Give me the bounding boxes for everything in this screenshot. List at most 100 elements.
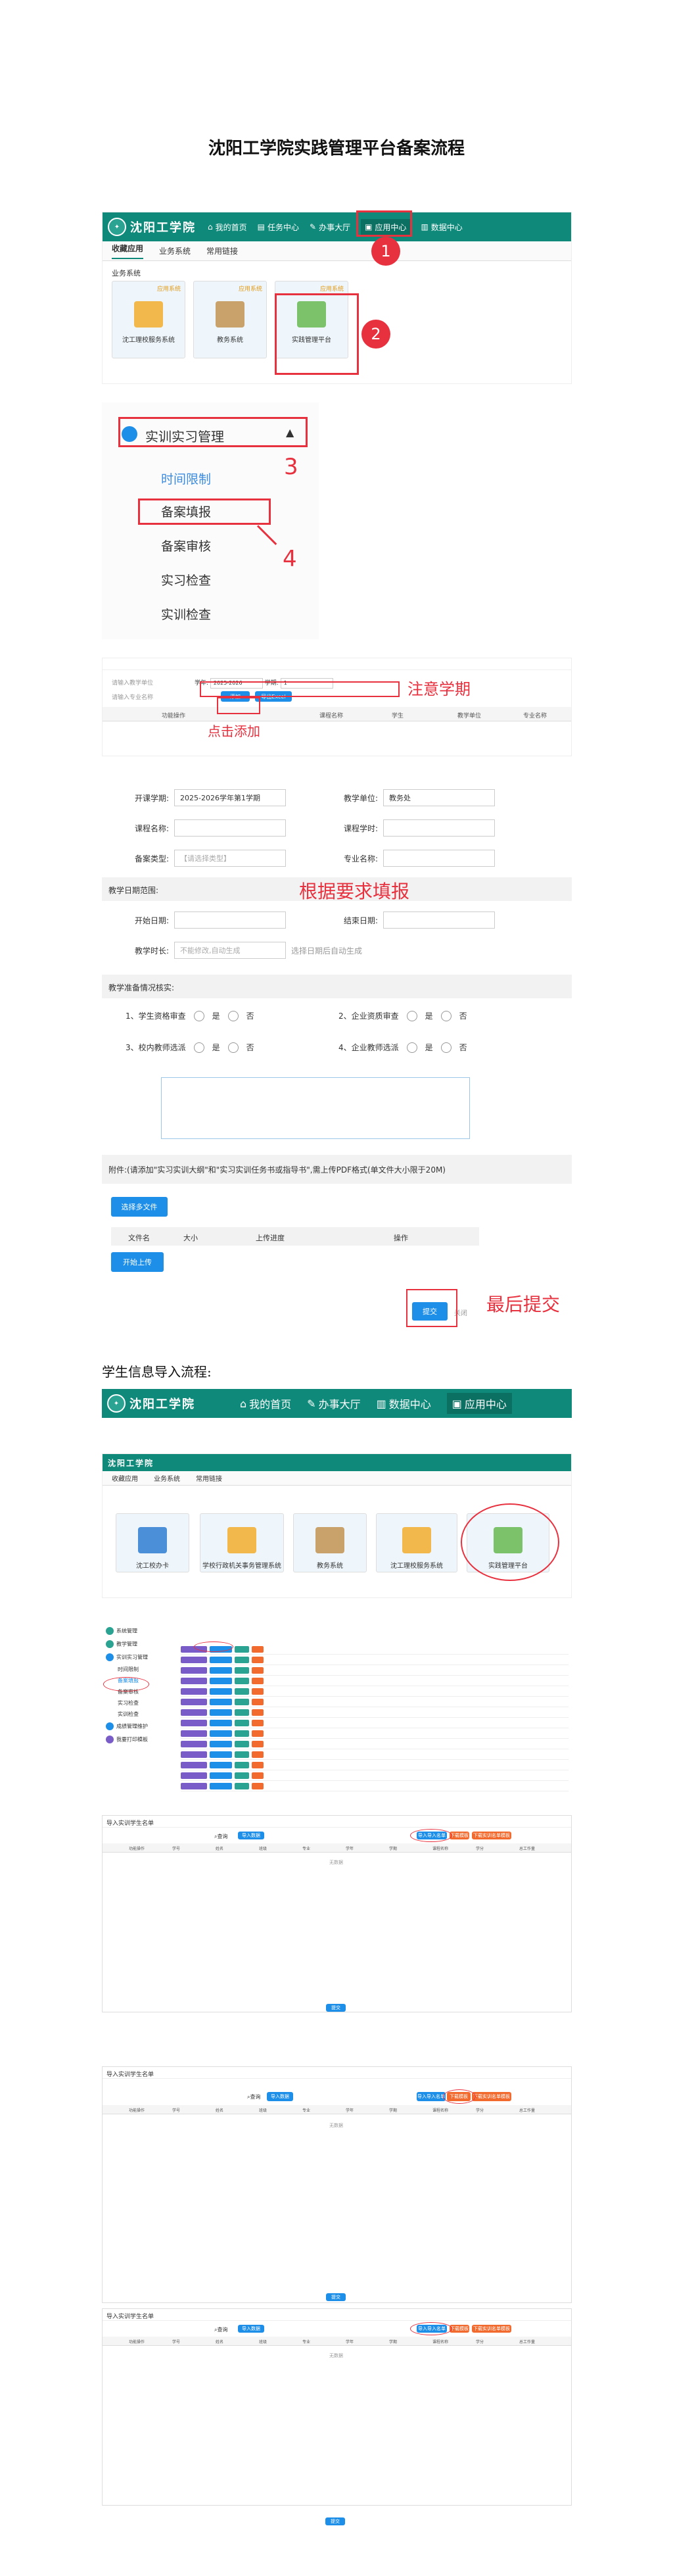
menu-item-train-check[interactable]: 实训检查	[161, 605, 211, 623]
row-action-button[interactable]	[235, 1762, 249, 1768]
import-data-button[interactable]: 导入数据	[238, 1832, 264, 1839]
sidebar-item-print[interactable]: 我要打印模板	[102, 1733, 174, 1746]
row-action-button[interactable]	[235, 1772, 249, 1779]
row-action-button[interactable]	[181, 1699, 207, 1705]
app-card-service[interactable]: 应用系统 沈工理校服务系统	[112, 281, 185, 358]
nav2-apps[interactable]: ▣ 应用中心	[446, 1393, 512, 1414]
row-action-button[interactable]	[181, 1772, 207, 1779]
row-action-button[interactable]	[252, 1678, 264, 1684]
row-action-button[interactable]	[210, 1741, 232, 1747]
row-action-button[interactable]	[235, 1783, 249, 1789]
check2-no-radio[interactable]	[440, 1010, 452, 1021]
row-action-button[interactable]	[252, 1699, 264, 1705]
row-action-button[interactable]	[181, 1657, 207, 1663]
row-action-button[interactable]	[235, 1667, 249, 1674]
row-action-button[interactable]	[235, 1741, 249, 1747]
row-action-button[interactable]	[181, 1667, 207, 1674]
end-date-field[interactable]	[383, 911, 496, 929]
ok-button[interactable]: 提交	[326, 2293, 346, 2301]
row-action-button[interactable]	[235, 1688, 249, 1695]
nav2-data[interactable]: ▥ 数据中心	[377, 1396, 431, 1411]
nav-data[interactable]: ▥ 数据中心	[421, 222, 462, 233]
row-action-button[interactable]	[210, 1783, 232, 1789]
row-action-button[interactable]	[235, 1751, 249, 1758]
type-select[interactable]: 【请选择类型】	[174, 850, 287, 867]
row-action-button[interactable]	[252, 1720, 264, 1726]
row-action-button[interactable]	[252, 1762, 264, 1768]
row-action-button[interactable]	[252, 1709, 264, 1716]
row-action-button[interactable]	[235, 1720, 249, 1726]
row-action-button[interactable]	[181, 1783, 207, 1789]
row-action-button[interactable]	[252, 1657, 264, 1663]
sidebar-item-grades[interactable]: 成绩管理维护	[102, 1720, 174, 1733]
search-button[interactable]: ⌕查询	[214, 2326, 227, 2333]
nav-hall[interactable]: ✎ 办事大厅	[310, 222, 350, 233]
row-action-button[interactable]	[252, 1688, 264, 1695]
search-button[interactable]: ⌕查询	[214, 1833, 227, 1840]
check4-yes-radio[interactable]	[406, 1042, 417, 1053]
app-card-academic[interactable]: 应用系统 教务系统	[193, 281, 267, 358]
row-action-button[interactable]	[181, 1751, 207, 1758]
sidebar-sub-time[interactable]: 时间限制	[102, 1664, 174, 1675]
check3-no-radio[interactable]	[227, 1042, 239, 1053]
course-field[interactable]	[174, 819, 287, 837]
remarks-textarea[interactable]	[161, 1077, 470, 1139]
start-upload-button[interactable]: 开始上传	[111, 1252, 164, 1272]
sidebar-sub-train[interactable]: 实训检查	[102, 1709, 174, 1720]
row-action-button[interactable]	[181, 1720, 207, 1726]
row-action-button[interactable]	[235, 1657, 249, 1663]
app2-card-4[interactable]: 沈工理校服务系统	[376, 1513, 457, 1572]
row-action-button[interactable]	[210, 1730, 232, 1737]
row-action-button[interactable]	[235, 1709, 249, 1716]
check3-yes-radio[interactable]	[193, 1042, 204, 1053]
semester-field[interactable]: 2025-2026学年第1学期	[174, 789, 287, 806]
tab-links[interactable]: 常用链接	[206, 245, 238, 256]
row-action-button[interactable]	[210, 1667, 232, 1674]
row-action-button[interactable]	[252, 1783, 264, 1789]
app2-card-2[interactable]: 学校行政机关事务管理系统	[200, 1513, 284, 1572]
download-template-button[interactable]: 下载模板	[450, 1832, 469, 1839]
row-action-button[interactable]	[252, 1741, 264, 1747]
dept-filter[interactable]: 请输入教学单位	[112, 678, 153, 687]
row-action-button[interactable]	[181, 1762, 207, 1768]
check1-no-radio[interactable]	[227, 1010, 239, 1021]
nav-home[interactable]: ⌂ 我的首页	[208, 222, 247, 233]
row-action-button[interactable]	[252, 1646, 264, 1653]
row-action-button[interactable]	[252, 1751, 264, 1758]
download-template-button[interactable]: 下载模板	[450, 2325, 469, 2333]
app2-card-1[interactable]: 沈工校办卡	[116, 1513, 189, 1572]
row-action-button[interactable]	[181, 1709, 207, 1716]
tab-business[interactable]: 业务系统	[159, 245, 191, 256]
download-list-template-button[interactable]: 下载实训名单模板	[472, 2092, 511, 2101]
dept-field[interactable]: 教务处	[383, 789, 496, 806]
tab-favorites[interactable]: 收藏应用	[112, 243, 144, 259]
check1-yes-radio[interactable]	[193, 1010, 204, 1021]
row-action-button[interactable]	[181, 1730, 207, 1737]
row-action-button[interactable]	[210, 1709, 232, 1716]
row-action-button[interactable]	[235, 1730, 249, 1737]
nav-tasks[interactable]: ▤ 任务中心	[258, 222, 299, 233]
check2-yes-radio[interactable]	[406, 1010, 417, 1021]
row-action-button[interactable]	[210, 1688, 232, 1695]
nav2-hall[interactable]: ✎ 办事大厅	[307, 1396, 360, 1411]
ok-button[interactable]: 提交	[326, 2004, 346, 2012]
choose-files-button[interactable]: 选择多文件	[111, 1197, 168, 1217]
row-action-button[interactable]	[235, 1646, 249, 1653]
row-action-button[interactable]	[210, 1720, 232, 1726]
major-filter[interactable]: 请输入专业名称	[112, 693, 153, 701]
major-field[interactable]	[383, 850, 496, 867]
menu-item-intern-check[interactable]: 实习检查	[161, 571, 211, 589]
ok-button-3[interactable]: 提交	[325, 2517, 345, 2525]
row-action-button[interactable]	[235, 1699, 249, 1705]
row-action-button[interactable]	[210, 1678, 232, 1684]
row-action-button[interactable]	[210, 1762, 232, 1768]
row-action-button[interactable]	[210, 1699, 232, 1705]
download-list-template-button[interactable]: 下载实训名单模板	[472, 1832, 511, 1839]
app2-card-3[interactable]: 教务系统	[293, 1513, 367, 1572]
row-action-button[interactable]	[210, 1751, 232, 1758]
sidebar-item-system[interactable]: 系统管理	[102, 1624, 174, 1638]
check4-no-radio[interactable]	[440, 1042, 452, 1053]
row-action-button[interactable]	[210, 1657, 232, 1663]
row-action-button[interactable]	[210, 1772, 232, 1779]
download-list-template-button[interactable]: 下载实训名单模板	[472, 2325, 511, 2333]
